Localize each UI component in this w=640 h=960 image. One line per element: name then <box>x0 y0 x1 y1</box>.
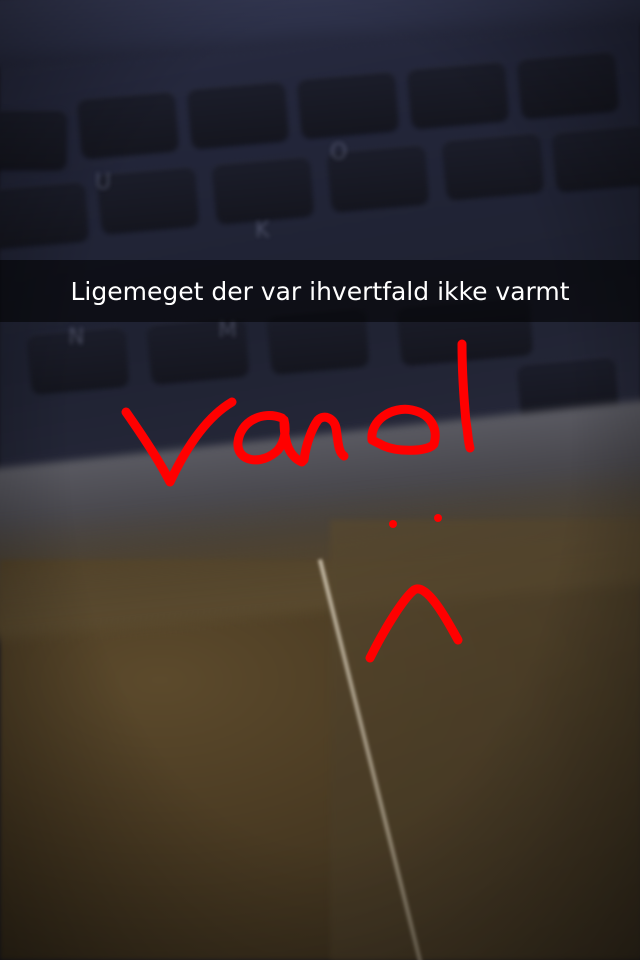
snap-photo: U O K N M Ligemeget der var ihvertfald i… <box>0 0 640 960</box>
drawing-strokes <box>121 339 475 663</box>
red-drawing <box>121 339 475 663</box>
handwritten-word-vand <box>121 397 237 487</box>
sad-face <box>389 520 397 528</box>
